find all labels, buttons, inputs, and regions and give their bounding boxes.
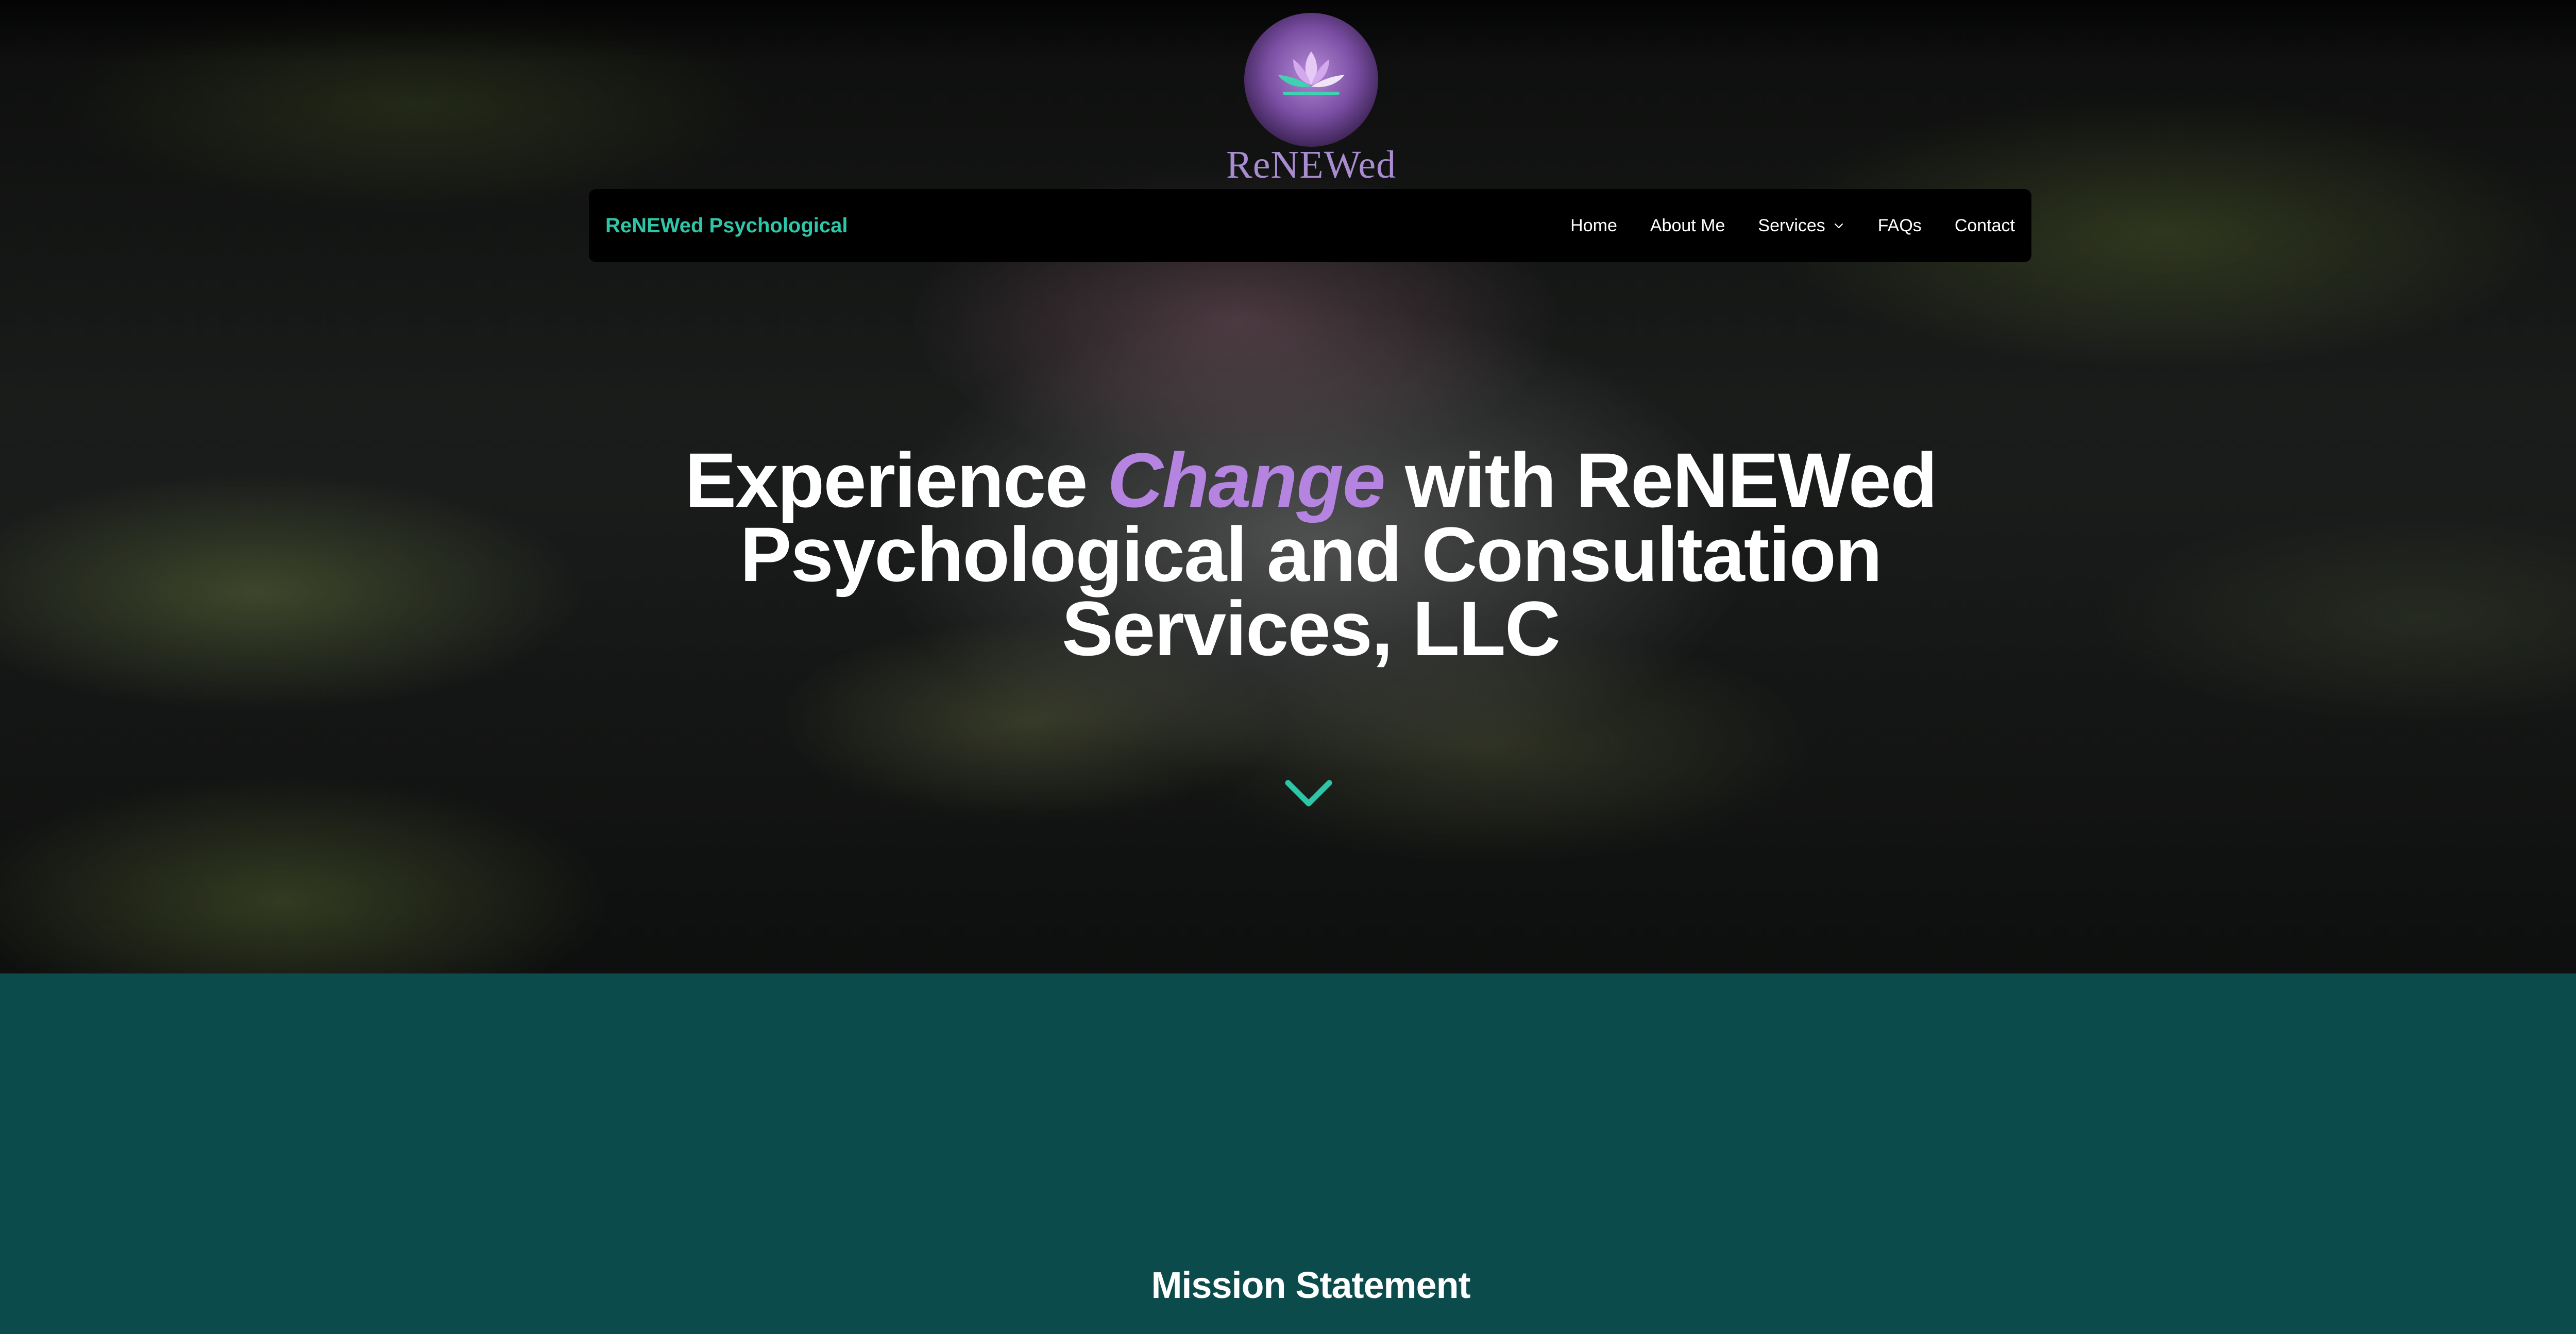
nav-item-label: Home bbox=[1570, 215, 1617, 235]
nav-item-label: FAQs bbox=[1877, 215, 1922, 235]
lotus-logo-icon bbox=[1244, 13, 1378, 147]
chevron-down-icon[interactable] bbox=[1283, 775, 1334, 811]
nav-item-about-me[interactable]: About Me bbox=[1650, 216, 1725, 236]
logo-wordmark: ReNEWed bbox=[1226, 143, 1397, 186]
nav-item-faqs[interactable]: FAQs bbox=[1878, 216, 1922, 236]
mission-title: Mission Statement bbox=[1151, 1265, 1470, 1306]
chevron-down-icon bbox=[1834, 223, 1843, 229]
nav-menu: Home About Me Services FAQs Contact bbox=[1570, 216, 2015, 236]
nav-item-services[interactable]: Services bbox=[1758, 216, 1844, 236]
nav-item-home[interactable]: Home bbox=[1570, 216, 1617, 236]
nav-item-label: Services bbox=[1758, 215, 1825, 235]
main-navbar: ReNEWed Psychological Home About Me Serv… bbox=[589, 189, 2031, 262]
nav-item-label: Contact bbox=[1954, 215, 2015, 235]
headline-pre: Experience bbox=[685, 437, 1108, 523]
hero-headline: Experience Change with ReNEWed Psycholog… bbox=[618, 441, 2003, 667]
site-logo[interactable]: ReNEWed bbox=[1226, 13, 1396, 186]
brand-link[interactable]: ReNEWed Psychological bbox=[605, 214, 848, 237]
nav-item-label: About Me bbox=[1650, 215, 1725, 235]
headline-accent: Change bbox=[1107, 437, 1385, 523]
nav-item-contact[interactable]: Contact bbox=[1955, 216, 2015, 236]
